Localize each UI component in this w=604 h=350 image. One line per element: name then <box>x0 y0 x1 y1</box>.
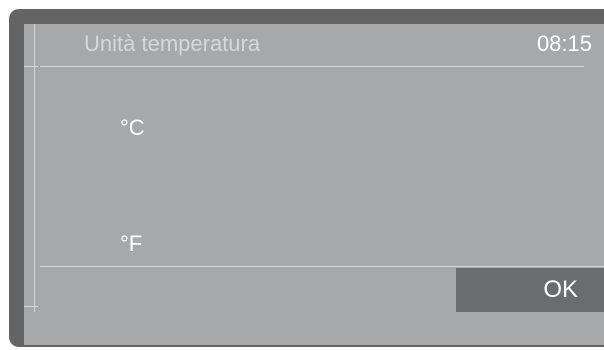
frame-left-line <box>34 24 35 312</box>
ok-button[interactable]: OK <box>456 268 604 312</box>
footer-divider <box>40 266 604 267</box>
option-fahrenheit[interactable]: °F <box>116 230 146 258</box>
option-celsius[interactable]: °C <box>116 114 149 142</box>
frame-left-tick-bottom <box>24 306 38 307</box>
frame-left-tick-top <box>24 66 38 67</box>
screen-title: Unità temperatura <box>84 31 261 56</box>
header-divider <box>40 66 584 67</box>
clock-time: 08:15 <box>536 31 592 56</box>
